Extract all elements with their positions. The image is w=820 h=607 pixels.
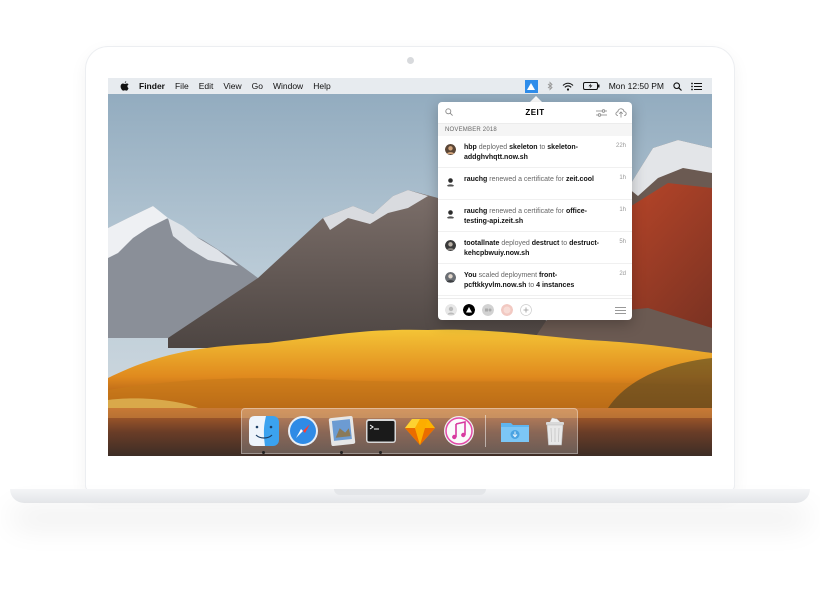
event-time: 2d [619,271,626,277]
event-item[interactable]: tootallnate deployed destruct to destruc… [438,232,632,264]
event-user: hbp [464,144,477,151]
month-header: NOVEMBER 2018 [438,124,632,136]
event-action: scaled deployment [476,272,539,279]
trash-icon[interactable] [539,415,571,447]
avatar [445,272,456,283]
preview-icon[interactable] [326,415,358,447]
event-item[interactable]: hbp deployed skeleton to skeleton-addghv… [438,136,632,168]
sketch-icon[interactable] [404,415,436,447]
event-connector: to [559,240,570,247]
screen: Finder File Edit View Go Window Help Mon… [108,78,712,456]
event-time: 1h [619,207,626,213]
event-action: renewed a certificate for [487,208,566,215]
upload-cloud-icon[interactable] [615,107,627,120]
add-team-icon[interactable] [520,304,532,316]
event-list: hbp deployed skeleton to skeleton-addghv… [438,136,632,296]
laptop-notch [334,489,486,495]
menu-app-name[interactable]: Finder [139,81,165,91]
menu-file[interactable]: File [175,81,189,91]
camera [407,57,414,64]
finder-icon[interactable] [248,415,280,447]
safari-icon[interactable] [287,415,319,447]
terminal-icon[interactable] [365,415,397,447]
event-connector: to [537,144,548,151]
menu-help[interactable]: Help [313,81,330,91]
dock [241,408,578,454]
event-action: deployed [476,144,510,151]
event-target: destruct [531,240,560,247]
event-text: hbp deployed skeleton to skeleton-addghv… [464,143,609,163]
event-url: 4 instances [536,282,575,289]
team-avatar-pink[interactable] [501,304,513,316]
event-text: tootallnate deployed destruct to destruc… [464,239,609,259]
avatar [445,208,456,219]
event-connector: to [526,282,537,289]
bluetooth-icon[interactable] [547,81,553,91]
zeit-menubar-icon[interactable] [524,79,538,93]
event-item[interactable]: rauchg renewed a certificate for office-… [438,200,632,232]
clock[interactable]: Mon 12:50 PM [609,81,664,91]
team-zeit-icon[interactable] [463,304,475,316]
itunes-icon[interactable] [443,415,475,447]
notification-center-icon[interactable] [691,82,702,91]
event-user: rauchg [464,208,488,215]
menu-view[interactable]: View [223,81,241,91]
zeit-popover: ZEIT NOVEMBER 2018 hbp deployed skeleton… [438,102,632,320]
menu-window[interactable]: Window [273,81,303,91]
battery-icon[interactable] [582,82,600,90]
popover-header: ZEIT [438,102,632,124]
event-user: rauchg [464,176,488,183]
event-time: 5h [619,239,626,245]
event-user: You [464,272,477,279]
event-time: 1h [619,175,626,181]
hamburger-menu-icon[interactable] [615,307,626,316]
event-item[interactable]: rauchg renewed a certificate for zeit.co… [438,168,632,200]
dock-separator [485,415,486,447]
event-action: renewed a certificate for [487,176,566,183]
running-indicator [340,451,343,454]
event-text: rauchg renewed a certificate for zeit.co… [464,175,609,185]
event-text: rauchg renewed a certificate for office-… [464,207,609,227]
event-text: You scaled deployment front-pcftkkyvlm.n… [464,271,609,291]
running-indicator [262,451,265,454]
menu-go[interactable]: Go [252,81,263,91]
filter-icon[interactable] [596,109,607,119]
event-target: skeleton [509,144,538,151]
menu-edit[interactable]: Edit [199,81,214,91]
event-time: 22h [615,143,626,149]
avatar [445,176,456,187]
event-action: deployed [499,240,532,247]
team-avatar-personal[interactable] [445,304,457,316]
avatar [445,240,456,251]
status-area: Mon 12:50 PM [524,78,702,94]
avatar [445,144,456,155]
running-indicator [379,451,382,454]
spotlight-search-icon[interactable] [673,81,682,91]
team-avatar-gray[interactable] [482,304,494,316]
popover-footer [438,298,632,320]
event-item[interactable]: You scaled deployment front-pcftkkyvlm.n… [438,264,632,296]
menu-bar: Finder File Edit View Go Window Help Mon… [108,78,712,94]
wifi-icon[interactable] [562,82,574,91]
apple-menu-icon[interactable] [120,81,130,91]
event-user: tootallnate [464,240,500,247]
downloads-folder-icon[interactable] [499,415,531,447]
event-target: zeit.cool [565,176,594,183]
